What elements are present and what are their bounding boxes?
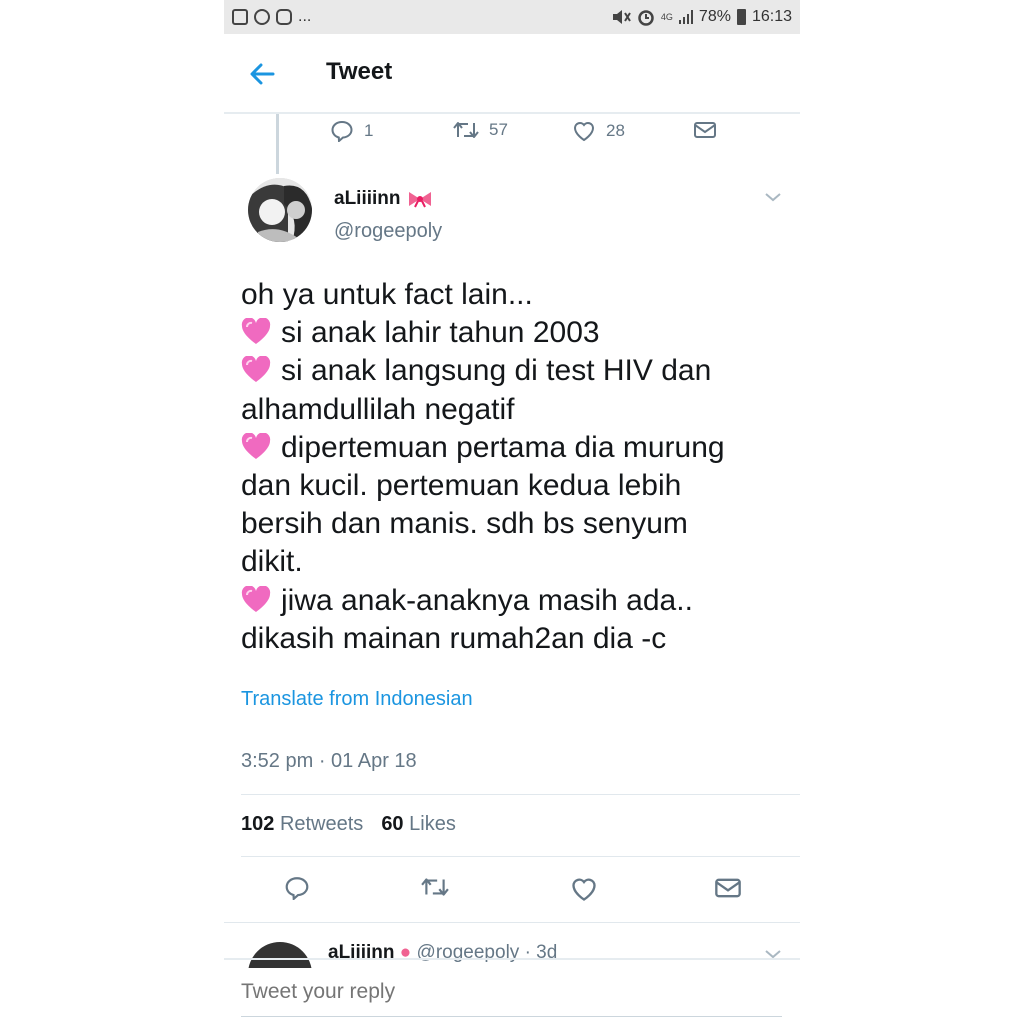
- like-icon: [572, 878, 596, 901]
- divider: [224, 922, 800, 923]
- like-button[interactable]: [570, 876, 598, 907]
- like-icon: [573, 122, 595, 142]
- prev-retweet-button[interactable]: 57: [453, 120, 508, 140]
- phone-screen: ... 4G 78% 16:13 Tweet 1 57 28 aLiiiinn …: [224, 0, 800, 1024]
- like-label: Likes: [409, 813, 456, 835]
- tweet-text-line-content: alhamdullilah negatif: [241, 392, 515, 426]
- tweet-text-line-content: dipertemuan pertama dia murung: [281, 430, 725, 464]
- signal-icon: [678, 10, 693, 24]
- arrow-left-icon: [250, 63, 275, 85]
- tweet-text-line: alhamdullilah negatif: [241, 391, 791, 429]
- tweet-options-button[interactable]: [764, 190, 782, 208]
- retweet-count: 102: [241, 813, 275, 835]
- tweet-text-line-content: bersih dan manis. sdh bs senyum: [241, 507, 688, 541]
- author-avatar[interactable]: [248, 178, 312, 242]
- tweet-actions: [224, 872, 800, 912]
- instagram-notification-icon: [276, 9, 292, 25]
- tweet-text-line: bersih dan manis. sdh bs senyum: [241, 505, 791, 543]
- sparkling-heart-emoji-icon: [241, 432, 271, 459]
- tweet-text-line-content: si anak lahir tahun 2003: [281, 316, 600, 350]
- divider: [241, 856, 800, 857]
- page-title: Tweet: [326, 58, 393, 85]
- retweet-label: Retweets: [279, 813, 364, 835]
- prev-like-button[interactable]: 28: [572, 120, 625, 142]
- retweets-stat[interactable]: 102 Retweets: [241, 813, 363, 836]
- sparkling-heart-emoji-icon: [241, 585, 271, 612]
- prev-reply-count: 1: [364, 121, 374, 140]
- previous-tweet-actions: 1 57 28: [224, 116, 800, 150]
- reply-icon: [285, 877, 309, 902]
- sparkling-heart-emoji-icon: [241, 318, 271, 345]
- status-bar-left: ...: [232, 8, 311, 26]
- tweet-text-line-content: dan kucil. pertemuan kedua lebih: [241, 469, 682, 503]
- envelope-icon: [715, 878, 741, 898]
- envelope-icon: [694, 122, 716, 138]
- tweet-text-line: dipertemuan pertama dia murung: [241, 429, 791, 467]
- author-name[interactable]: aLiiiinn: [334, 188, 433, 210]
- retweet-icon: [421, 878, 449, 896]
- prev-like-count: 28: [606, 121, 625, 140]
- status-bar-right: 4G 78% 16:13: [611, 8, 792, 26]
- tweet-text: oh ya untuk fact lain... si anak lahir ta…: [241, 276, 791, 658]
- back-button[interactable]: [246, 58, 278, 90]
- mute-icon: [612, 10, 631, 24]
- more-notifications: ...: [298, 8, 312, 25]
- reply-button[interactable]: [284, 876, 310, 905]
- avatar-photo: [248, 178, 312, 242]
- tweet-text-line: si anak lahir tahun 2003: [241, 314, 791, 352]
- status-bar: ... 4G 78% 16:13: [224, 0, 800, 34]
- like-count: 60: [381, 813, 404, 835]
- network-type: 4G: [660, 11, 673, 22]
- tweet-text-line-content: dikasih mainan rumah2an dia -c: [241, 621, 667, 655]
- prev-reply-button[interactable]: 1: [330, 120, 373, 142]
- battery-percent: 78%: [698, 8, 731, 25]
- prev-retweet-count: 57: [489, 120, 508, 139]
- tweet-text-line: jiwa anak-anaknya masih ada..: [241, 582, 791, 620]
- battery-icon: [736, 9, 746, 25]
- tweet-stats: 102 Retweets 60 Likes: [241, 813, 456, 836]
- tweet-text-line-content: si anak langsung di test HIV dan: [281, 354, 712, 388]
- reply-input[interactable]: [241, 980, 761, 1004]
- prev-dm-button[interactable]: [693, 120, 717, 140]
- author-display-name: aLiiiinn: [334, 188, 401, 209]
- alarm-icon: [638, 10, 654, 26]
- chevron-down-icon: [765, 193, 781, 202]
- divider: [241, 794, 800, 795]
- app-header: Tweet: [224, 34, 800, 114]
- translate-link[interactable]: Translate from Indonesian: [241, 688, 473, 711]
- retweet-icon: [453, 122, 479, 138]
- likes-stat[interactable]: 60 Likes: [381, 813, 456, 836]
- reply-input-underline: [241, 1016, 782, 1017]
- ribbon-bow-emoji-icon: [408, 192, 431, 208]
- gallery-notification-icon: [232, 9, 248, 25]
- whatsapp-notification-icon: [254, 9, 270, 25]
- clock: 16:13: [751, 8, 792, 25]
- tweet-text-line-content: oh ya untuk fact lain...: [241, 278, 533, 311]
- reply-icon: [331, 120, 353, 142]
- tweet-text-line: dikasih mainan rumah2an dia -c: [241, 620, 791, 658]
- sparkling-heart-emoji-icon: [241, 356, 271, 383]
- tweet-text-line-content: jiwa anak-anaknya masih ada..: [281, 583, 693, 617]
- tweet-text-line: dan kucil. pertemuan kedua lebih: [241, 467, 791, 505]
- retweet-button[interactable]: [421, 876, 449, 903]
- tweet-timestamp: 3:52 pm · 01 Apr 18: [241, 750, 417, 772]
- author-handle[interactable]: @rogeepoly: [334, 220, 442, 243]
- tweet-text-line: si anak langsung di test HIV dan: [241, 352, 791, 390]
- reply-bar: [224, 958, 800, 1024]
- tweet-text-line: dikit.: [241, 543, 791, 581]
- direct-message-button[interactable]: [714, 876, 742, 905]
- tweet-text-line: oh ya untuk fact lain...: [241, 276, 791, 314]
- tweet-text-line-content: dikit.: [241, 545, 303, 579]
